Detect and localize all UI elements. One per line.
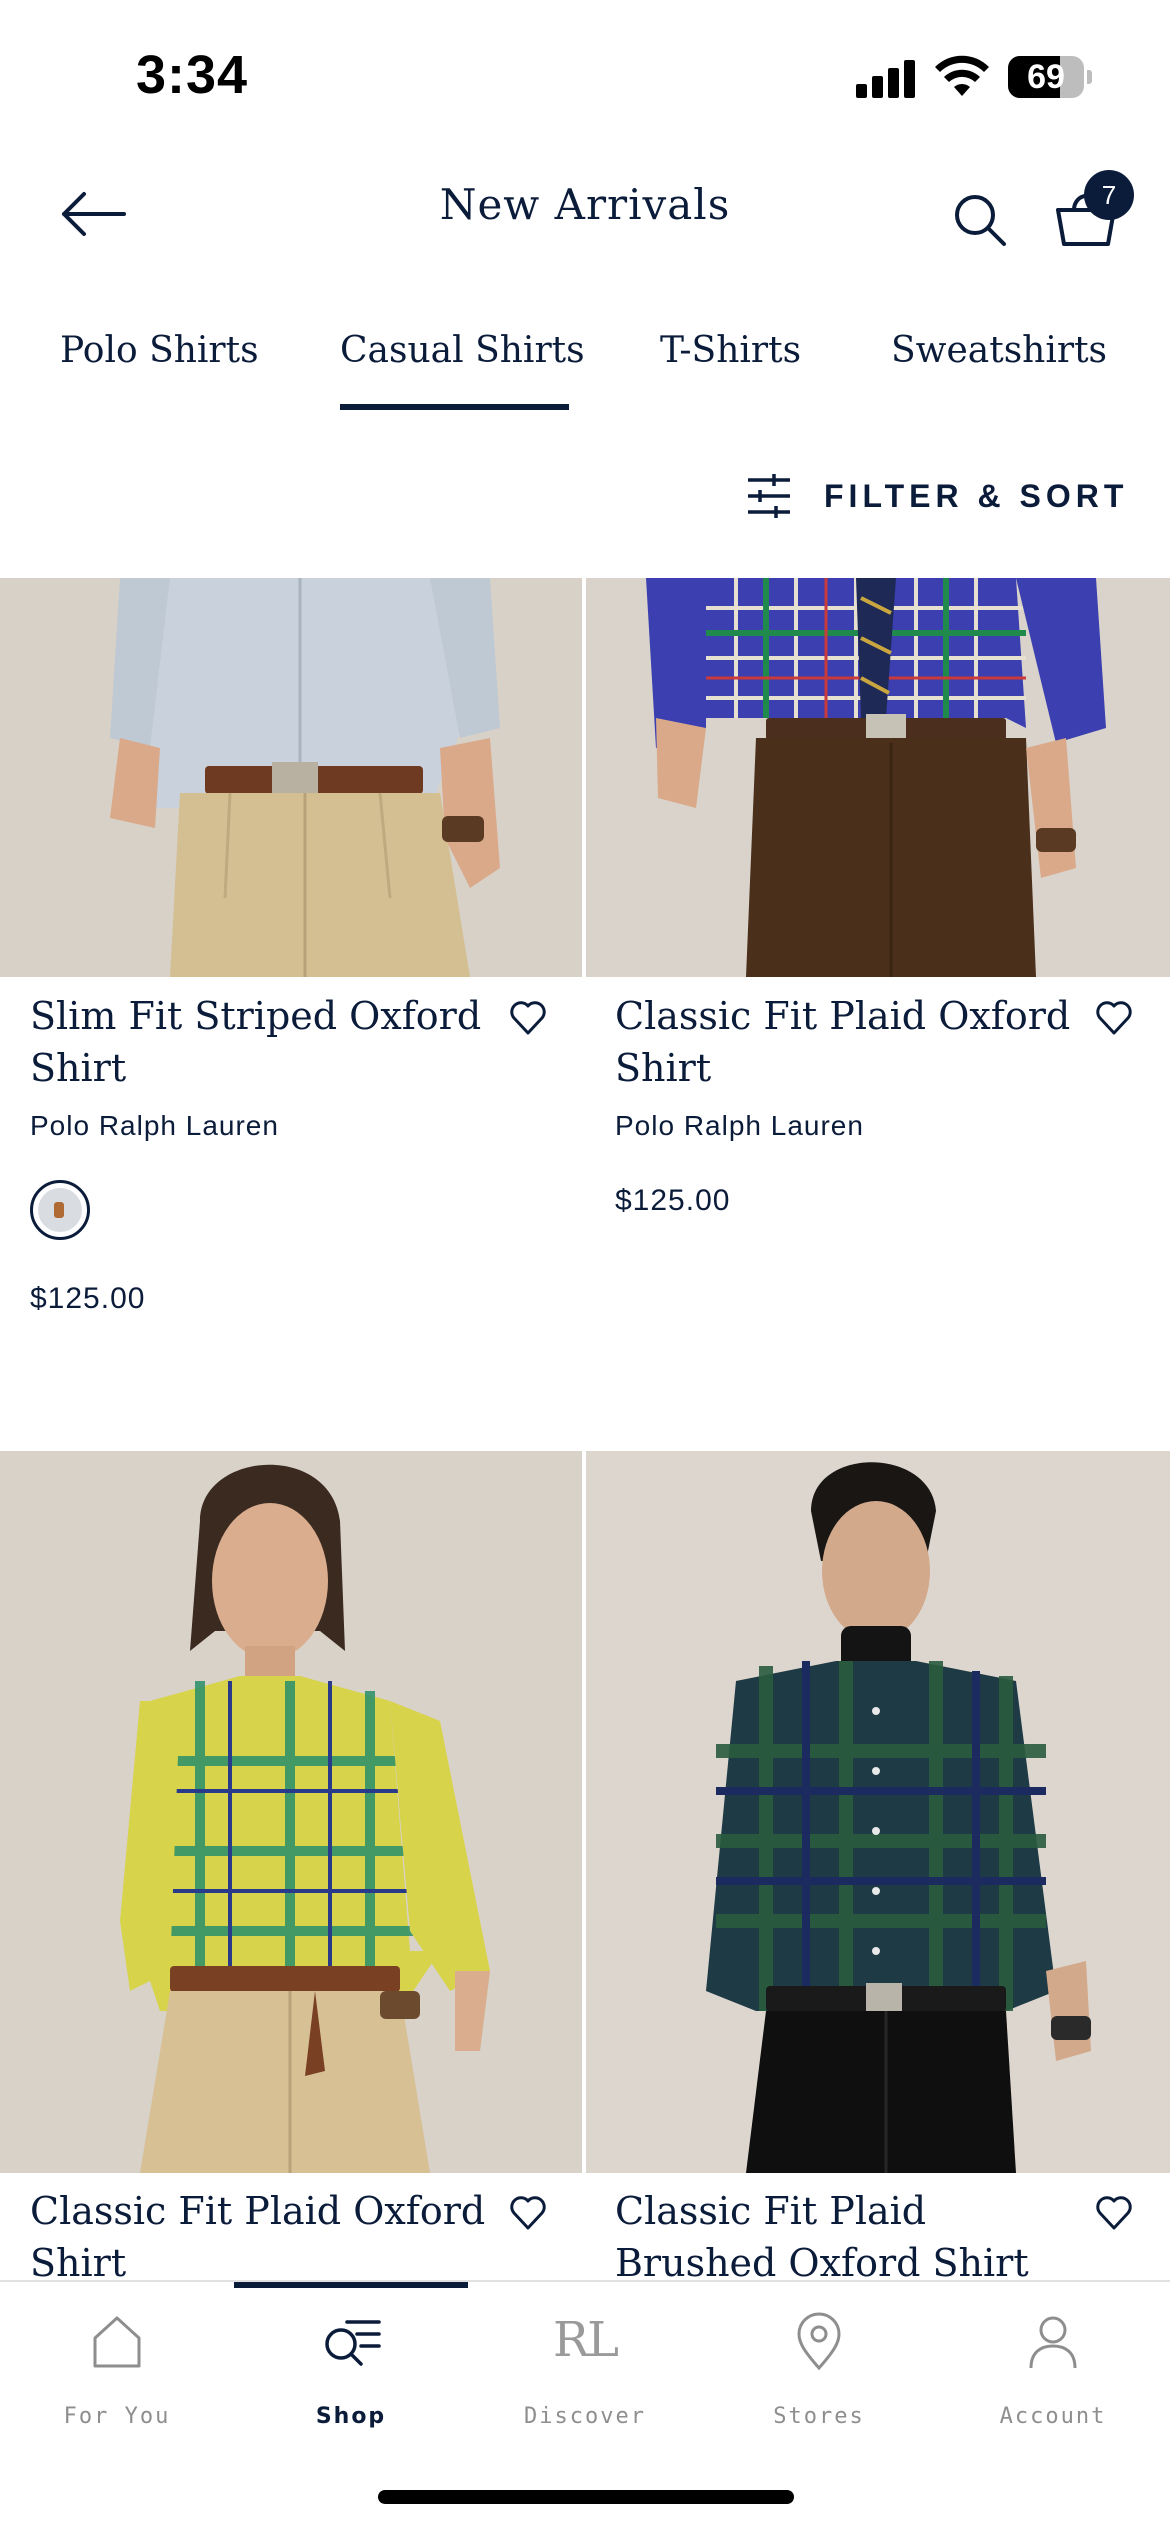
product-name[interactable]: Classic Fit Plaid Oxford Shirt — [615, 990, 1075, 1094]
active-tab-indicator — [340, 404, 569, 410]
app-header: New Arrivals 7 — [0, 150, 1170, 280]
location-pin-icon — [797, 2312, 841, 2371]
heart-wishlist-icon[interactable] — [1094, 998, 1134, 1038]
product-price: $125.00 — [615, 1184, 731, 1217]
product-image[interactable] — [586, 578, 1170, 977]
heart-wishlist-icon[interactable] — [508, 998, 548, 1038]
tab-t-shirts[interactable]: T-Shirts — [660, 330, 801, 371]
product-price: $125.00 — [30, 1282, 146, 1315]
category-tabs: Polo Shirts Casual Shirts T-Shirts Sweat… — [0, 320, 1170, 416]
account-icon — [1029, 2316, 1077, 2369]
product-image[interactable] — [586, 1451, 1170, 2173]
battery-percent: 69 — [1027, 58, 1065, 96]
nav-label: Shop — [315, 2404, 387, 2429]
shop-icon — [325, 2320, 381, 2366]
nav-label: Discover — [524, 2404, 646, 2429]
product-image[interactable] — [0, 1451, 582, 2173]
nav-for-you[interactable]: For You — [0, 2312, 234, 2432]
search-icon[interactable] — [952, 192, 1008, 248]
nav-account[interactable]: Account — [936, 2312, 1170, 2432]
nav-shop[interactable]: Shop — [234, 2312, 468, 2432]
tab-polo-shirts[interactable]: Polo Shirts — [60, 330, 259, 371]
status-time: 3:34 — [136, 45, 249, 105]
nav-label: Stores — [773, 2404, 865, 2429]
color-swatch[interactable] — [30, 1180, 90, 1240]
battery-icon: 69 — [1008, 56, 1092, 98]
home-indicator[interactable] — [378, 2490, 794, 2504]
product-name[interactable]: Slim Fit Striped Oxford Shirt — [30, 990, 490, 1094]
heart-wishlist-icon[interactable] — [508, 2193, 548, 2233]
tab-casual-shirts[interactable]: Casual Shirts — [340, 330, 585, 371]
wifi-icon — [935, 55, 989, 96]
filter-sort-label: FILTER & SORT — [824, 478, 1129, 514]
product-brand: Polo Ralph Lauren — [615, 1110, 864, 1141]
heart-wishlist-icon[interactable] — [1094, 2193, 1134, 2233]
rl-logo-icon: RL — [552, 2312, 619, 2368]
active-nav-indicator — [234, 2282, 468, 2288]
product-brand: Polo Ralph Lauren — [30, 1110, 279, 1141]
nav-label: Account — [999, 2404, 1107, 2429]
cellular-signal-icon — [856, 58, 916, 98]
nav-stores[interactable]: Stores — [702, 2312, 936, 2432]
filter-sort-button[interactable]: FILTER & SORT — [746, 470, 1126, 522]
cart-count-badge: 7 — [1084, 170, 1134, 220]
nav-label: For You — [63, 2404, 171, 2429]
status-bar: 3:34 69 — [0, 0, 1170, 150]
home-icon — [93, 2316, 141, 2368]
product-name[interactable]: Classic Fit Plaid Brushed Oxford Shirt — [615, 2185, 1075, 2289]
product-image[interactable] — [0, 578, 582, 977]
nav-discover[interactable]: RL Discover — [468, 2312, 702, 2432]
product-name[interactable]: Classic Fit Plaid Oxford Shirt — [30, 2185, 490, 2289]
tab-sweatshirts[interactable]: Sweatshirts — [891, 330, 1107, 371]
filter-sliders-icon — [748, 474, 790, 518]
